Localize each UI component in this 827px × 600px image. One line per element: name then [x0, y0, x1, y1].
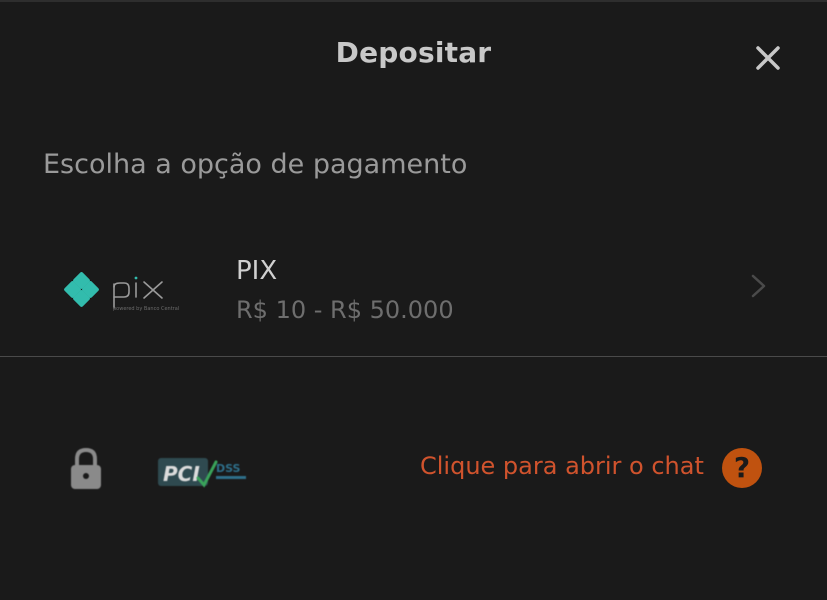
- payment-option-pix[interactable]: powered by Banco Central PIX R$ 10 - R$ …: [0, 234, 827, 356]
- open-chat-link[interactable]: Clique para abrir o chat: [420, 452, 704, 480]
- lock-icon: [71, 447, 101, 489]
- chevron-right-icon: [751, 274, 766, 298]
- pci-dss-text: DSS: [216, 462, 241, 475]
- payment-option-prompt: Escolha a opção de pagamento: [43, 149, 468, 180]
- divider: [0, 356, 827, 357]
- modal-title: Depositar: [335, 36, 492, 69]
- payment-option-name: PIX: [236, 256, 278, 286]
- close-icon[interactable]: [752, 42, 784, 74]
- pci-text: PCI: [163, 462, 200, 486]
- pci-dss-badge-icon: PCI DSS: [158, 458, 246, 488]
- deposit-modal: Depositar Escolha a opção de pagamento p…: [0, 0, 827, 600]
- payment-option-range: R$ 10 - R$ 50.000: [236, 296, 454, 324]
- pix-logo-subtext: powered by Banco Central: [113, 306, 180, 312]
- help-icon[interactable]: ?: [722, 448, 762, 488]
